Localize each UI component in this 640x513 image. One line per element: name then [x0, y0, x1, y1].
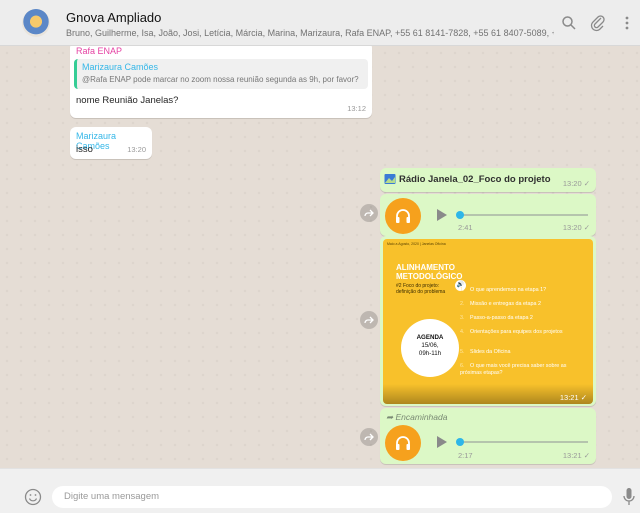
- poster-title: ALINHAMENTO METODOLÓGICO: [396, 263, 463, 281]
- emoji-icon[interactable]: [24, 488, 42, 506]
- audio-duration: 2:41: [458, 223, 473, 232]
- message-time: 13:21 ✓: [562, 451, 590, 460]
- audio-progress-track[interactable]: [460, 214, 588, 216]
- message-input-placeholder: Digite uma mensagem: [64, 491, 160, 502]
- quoted-message[interactable]: Marizaura Camões @Rafa ENAP pode marcar …: [74, 59, 368, 89]
- group-title[interactable]: Gnova Ampliado: [66, 10, 161, 25]
- search-icon[interactable]: [560, 14, 578, 32]
- audio-avatar: [385, 425, 421, 461]
- document-message[interactable]: Rádio Janela_02_Foco do projeto 13:20 ✓: [380, 168, 596, 192]
- forward-icon: [364, 209, 374, 217]
- message-time: 13:20 ✓: [562, 179, 590, 188]
- menu-icon[interactable]: [618, 14, 636, 32]
- forward-button[interactable]: [360, 428, 378, 446]
- audio-avatar: [385, 198, 421, 234]
- image-attachment[interactable]: Maio a Agosto, 2020 | Janelas Oficina AL…: [383, 239, 593, 404]
- poster-subtitle: #2 Foco do projeto: definição do problem…: [396, 283, 446, 295]
- poster-list-item: 5. Slides da Oficina: [460, 349, 511, 355]
- forward-button[interactable]: [360, 204, 378, 222]
- message-time: 13:21 ✓: [559, 393, 587, 402]
- forward-icon: [364, 316, 374, 324]
- forwarded-voice-message[interactable]: ➦ Encaminhada 2:17 13:21 ✓: [380, 408, 596, 464]
- message-input[interactable]: Digite uma mensagem: [52, 486, 612, 508]
- poster-list-item: 6. O que mais você precisa saber sobre as…: [460, 363, 567, 376]
- play-icon[interactable]: [436, 208, 448, 222]
- message-bubble[interactable]: Marizaura Camões isso 13:20: [70, 127, 152, 159]
- headphones-icon: [396, 209, 410, 223]
- audio-scrubber[interactable]: [456, 438, 464, 446]
- audio-progress-track[interactable]: [460, 441, 588, 443]
- agenda-time: 09h-11h: [418, 350, 442, 357]
- chat-header[interactable]: Gnova Ampliado Bruno, Guilherme, Isa, Jo…: [0, 0, 640, 46]
- poster-header: Maio a Agosto, 2020 | Janelas Oficina: [387, 242, 446, 246]
- message-sender: Rafa ENAP: [76, 46, 123, 56]
- quoted-sender: Marizaura Camões: [82, 62, 159, 72]
- play-icon[interactable]: [436, 435, 448, 449]
- message-bubble[interactable]: Rafa ENAP Marizaura Camões @Rafa ENAP po…: [70, 46, 372, 118]
- audio-scrubber[interactable]: [456, 211, 464, 219]
- audio-duration: 2:17: [458, 451, 473, 460]
- message-time: 13:12: [347, 104, 366, 113]
- message-list[interactable]: Rafa ENAP Marizaura Camões @Rafa ENAP po…: [0, 46, 640, 468]
- headphones-icon: [396, 436, 410, 450]
- message-time: 13:20 ✓: [562, 223, 590, 232]
- agenda-title: AGENDA: [416, 334, 444, 341]
- poster-list-item: 2. Missão e entregas da etapa 2: [460, 301, 542, 307]
- group-avatar[interactable]: [22, 9, 50, 37]
- document-name: Rádio Janela_02_Foco do projeto: [399, 174, 551, 185]
- quoted-text: @Rafa ENAP pode marcar no zoom nossa reu…: [82, 75, 359, 84]
- poster-list-item: 3. Passo-a-passo da etapa 2: [460, 315, 533, 321]
- poster-agenda: AGENDA 15/06, 09h-11h: [401, 319, 459, 377]
- forwarded-label: ➦ Encaminhada: [386, 412, 448, 422]
- poster-list-item: 4. Orientações para equipes dos projetos: [460, 329, 563, 335]
- document-icon: [384, 174, 396, 184]
- message-time: 13:20: [127, 145, 146, 154]
- group-members: Bruno, Guilherme, Isa, João, Josi, Letíc…: [66, 28, 554, 38]
- forward-button[interactable]: [360, 311, 378, 329]
- forward-icon: [364, 433, 374, 441]
- voice-message[interactable]: 2:41 13:20 ✓: [380, 194, 596, 236]
- poster-list-item: 1. O que aprendemos na etapa 1?: [460, 287, 547, 293]
- message-text: nome Reunião Janelas?: [76, 95, 179, 106]
- compose-bar: Digite uma mensagem: [0, 468, 640, 513]
- attach-icon[interactable]: [589, 14, 607, 32]
- agenda-date: 15/06,: [421, 342, 439, 349]
- message-text: isso: [76, 144, 93, 155]
- mic-icon[interactable]: [622, 487, 636, 507]
